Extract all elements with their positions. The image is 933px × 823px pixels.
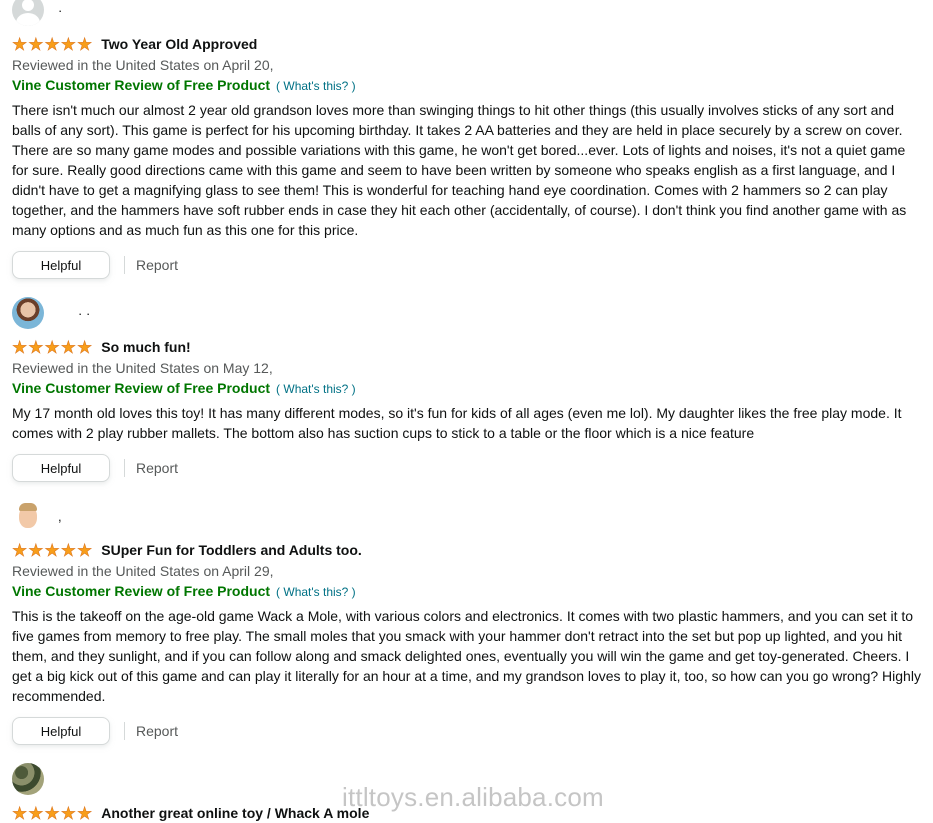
review-date: Reviewed in the United States on April 2… bbox=[12, 563, 274, 579]
user-avatar-icon bbox=[12, 0, 44, 26]
whats-this-link[interactable]: ( What's this? ) bbox=[276, 585, 356, 599]
star-icon: ★ bbox=[77, 34, 93, 54]
star-icon: ★ bbox=[44, 34, 60, 54]
star-icon: ★ bbox=[60, 803, 76, 823]
whats-this-link[interactable]: ( What's this? ) bbox=[276, 382, 356, 396]
star-icon: ★ bbox=[28, 540, 44, 560]
report-link[interactable]: Report bbox=[136, 257, 178, 273]
divider bbox=[124, 256, 125, 274]
divider bbox=[124, 722, 125, 740]
review-3: , ★ ★ ★ ★ ★ SUper Fun for Toddlers and Adult… bbox=[12, 500, 924, 745]
star-icon: ★ bbox=[60, 540, 76, 560]
reviewer-name[interactable]: · · bbox=[78, 306, 90, 321]
review-body: This is the takeoff on the age-old game … bbox=[12, 608, 921, 704]
review-title[interactable]: SUper Fun for Toddlers and Adults too. bbox=[101, 542, 362, 558]
star-icon: ★ bbox=[12, 540, 28, 560]
helpful-button[interactable]: Helpful bbox=[12, 251, 110, 279]
review-body: My 17 month old loves this toy! It has m… bbox=[12, 405, 902, 441]
review-date: Reviewed in the United States on April 2… bbox=[12, 57, 274, 73]
star-rating: ★ ★ ★ ★ ★ bbox=[12, 34, 93, 54]
helpful-button[interactable]: Helpful bbox=[12, 717, 110, 745]
star-icon: ★ bbox=[28, 803, 44, 823]
star-icon: ★ bbox=[77, 540, 93, 560]
helpful-button[interactable]: Helpful bbox=[12, 454, 110, 482]
star-icon: ★ bbox=[44, 540, 60, 560]
star-icon: ★ bbox=[12, 34, 28, 54]
watermark: ittltoys.en.alibaba.com bbox=[342, 782, 604, 812]
vine-badge: Vine Customer Review of Free Product bbox=[12, 380, 271, 396]
review-date: Reviewed in the United States on May 12, bbox=[12, 360, 273, 376]
star-icon: ★ bbox=[60, 337, 76, 357]
star-icon: ★ bbox=[44, 803, 60, 823]
star-rating: ★ ★ ★ ★ ★ bbox=[12, 540, 93, 560]
star-icon: ★ bbox=[60, 34, 76, 54]
review-1: · ★ ★ ★ ★ ★ Two Year Old Approved Reviewed i… bbox=[12, 0, 924, 279]
report-link[interactable]: Report bbox=[136, 460, 178, 476]
star-icon: ★ bbox=[28, 34, 44, 54]
star-icon: ★ bbox=[12, 337, 28, 357]
reviewer-profile[interactable]: , bbox=[12, 500, 924, 532]
star-rating: ★ ★ ★ ★ ★ bbox=[12, 337, 93, 357]
vine-badge: Vine Customer Review of Free Product bbox=[12, 583, 271, 599]
star-icon: ★ bbox=[77, 337, 93, 357]
report-link[interactable]: Report bbox=[136, 723, 178, 739]
reviewer-name[interactable]: , bbox=[58, 509, 62, 524]
star-icon: ★ bbox=[44, 337, 60, 357]
star-icon: ★ bbox=[77, 803, 93, 823]
review-title[interactable]: Two Year Old Approved bbox=[101, 36, 257, 52]
user-avatar-icon bbox=[12, 763, 44, 795]
user-avatar-icon bbox=[12, 297, 44, 329]
reviewer-profile[interactable]: · · bbox=[12, 297, 924, 329]
star-icon: ★ bbox=[28, 337, 44, 357]
reviewer-profile[interactable]: · bbox=[12, 0, 924, 26]
vine-badge: Vine Customer Review of Free Product bbox=[12, 77, 271, 93]
whats-this-link[interactable]: ( What's this? ) bbox=[276, 79, 356, 93]
star-icon: ★ bbox=[12, 803, 28, 823]
divider bbox=[124, 459, 125, 477]
review-body: There isn't much our almost 2 year old g… bbox=[12, 102, 907, 238]
review-title[interactable]: Another great online toy / Whack A mole bbox=[101, 805, 369, 821]
review-2: · · ★ ★ ★ ★ ★ So much fun! Reviewed in the U… bbox=[12, 297, 924, 482]
review-title[interactable]: So much fun! bbox=[101, 339, 190, 355]
star-rating: ★ ★ ★ ★ ★ bbox=[12, 803, 93, 823]
reviewer-name[interactable]: · bbox=[58, 3, 62, 18]
user-avatar-icon bbox=[12, 500, 44, 532]
